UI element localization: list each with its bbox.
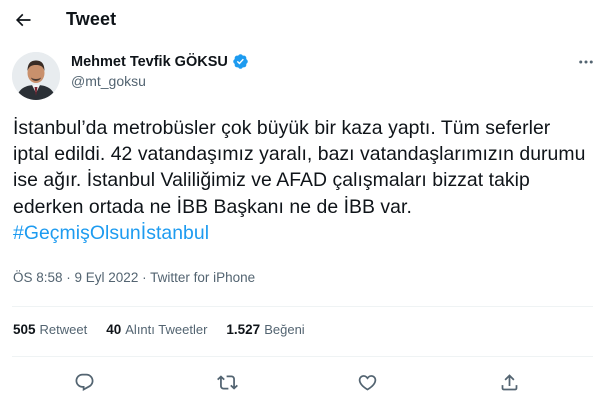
share-button[interactable] (497, 370, 521, 394)
tweet-actions (0, 367, 593, 397)
retweet-button[interactable] (215, 370, 239, 394)
retweet-icon (216, 374, 238, 390)
likes-count: 1.527 (226, 322, 261, 337)
retweets-label: Retweet (39, 322, 88, 337)
share-icon (501, 373, 517, 390)
tweet-source[interactable]: Twitter for iPhone (150, 270, 255, 285)
avatar[interactable] (12, 52, 60, 100)
more-horizontal-icon (579, 60, 593, 64)
author-display-name[interactable]: Mehmet Tevfik GÖKSU (71, 54, 228, 70)
arrow-left-icon (15, 13, 31, 27)
verified-badge-icon (232, 53, 249, 70)
likes-stat[interactable]: 1.527 Beğeni (226, 322, 304, 337)
more-options-button[interactable] (576, 52, 593, 72)
like-button[interactable] (355, 370, 379, 394)
hashtag-link[interactable]: #GeçmişOlsunİstanbul (13, 222, 209, 244)
tweet-stats: 505 Retweet 40 Alıntı Tweetler 1.527 Beğ… (13, 322, 324, 337)
tweet-header: Tweet (0, 0, 593, 40)
tweet-meta: ÖS 8:58 · 9 Eyl 2022 · Twitter for iPhon… (13, 270, 255, 285)
likes-label: Beğeni (264, 322, 305, 337)
author-handle[interactable]: @mt_goksu (71, 73, 146, 89)
tweet-author: Mehmet Tevfik GÖKSU @mt_goksu (0, 40, 593, 102)
retweets-stat[interactable]: 505 Retweet (13, 322, 87, 337)
reply-icon (75, 373, 93, 391)
retweets-count: 505 (13, 322, 36, 337)
tweet-body: İstanbul’da metrobüsler çok büyük bir ka… (13, 117, 586, 218)
page-title: Tweet (66, 9, 117, 29)
tweet-timestamp[interactable]: ÖS 8:58 · 9 Eyl 2022 (13, 270, 138, 285)
divider (12, 306, 593, 307)
quotes-count: 40 (106, 322, 122, 337)
reply-button[interactable] (72, 370, 96, 394)
quotes-label: Alıntı Tweetler (125, 322, 208, 337)
like-icon (358, 374, 376, 391)
tweet-text: İstanbul’da metrobüsler çok büyük bir ka… (13, 115, 588, 246)
back-button[interactable] (9, 6, 37, 34)
divider (12, 356, 593, 357)
quotes-stat[interactable]: 40 Alıntı Tweetler (106, 322, 207, 337)
meta-separator: · (138, 270, 151, 285)
